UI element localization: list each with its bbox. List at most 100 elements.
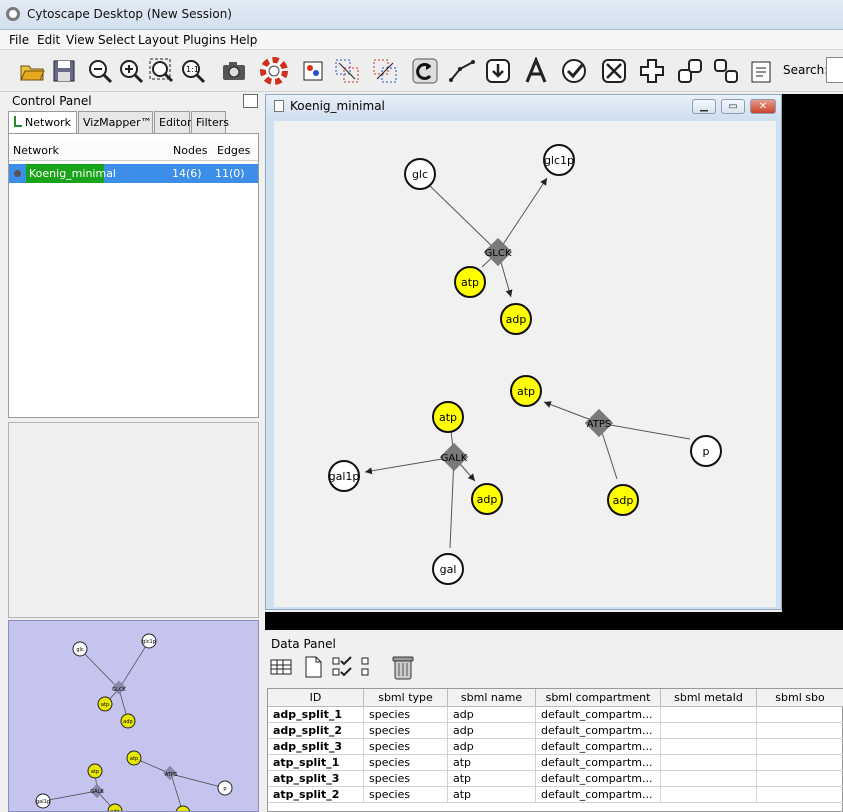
edge-icon[interactable] (446, 55, 478, 87)
help-icon[interactable] (258, 55, 290, 87)
node-p[interactable]: p (690, 435, 722, 467)
network-window-titlebar[interactable]: Koenig_minimal ▁ ▭ ✕ (266, 95, 781, 117)
cell-sbml-metaid[interactable] (661, 707, 757, 723)
network-canvas[interactable]: glc glc1p GLCK atp adp atp ATPS p adp at… (274, 121, 776, 607)
network-navigator[interactable]: glc glc1p GLCK atp adp atp ATPS p adp at… (8, 620, 259, 812)
cell-id[interactable]: adp_split_3 (268, 739, 364, 755)
tab-editor[interactable]: Editor (154, 111, 192, 133)
cell-sbml-type[interactable]: species (364, 771, 448, 787)
cell-id[interactable]: adp_split_2 (268, 723, 364, 739)
select-attributes-icon[interactable] (269, 655, 295, 683)
zoom-in-icon[interactable] (115, 55, 147, 87)
node-atp[interactable]: atp (510, 375, 542, 407)
refresh-icon[interactable] (409, 55, 441, 87)
node-glc[interactable]: glc (404, 158, 436, 190)
cell-sbml-compartment[interactable]: default_compartm... (536, 723, 661, 739)
node-adp[interactable]: adp (607, 484, 639, 516)
cell-sbml-name[interactable]: adp (448, 723, 536, 739)
add-icon[interactable] (636, 55, 668, 87)
menu-edit[interactable]: Edit (37, 33, 60, 47)
header-nodes[interactable]: Nodes (173, 144, 207, 157)
check-icon[interactable] (558, 55, 590, 87)
cell-sbml-sbo[interactable] (757, 707, 843, 723)
zoom-fit-icon[interactable] (146, 55, 178, 87)
node-adp[interactable]: adp (500, 303, 532, 335)
node-glc1p[interactable]: glc1p (543, 144, 575, 176)
cell-sbml-compartment[interactable]: default_compartm... (536, 755, 661, 771)
tab-vizmapper[interactable]: VizMapper™ (78, 111, 153, 133)
deselect-all-icon[interactable] (359, 655, 385, 683)
header-network[interactable]: Network (13, 144, 59, 157)
cell-sbml-name[interactable]: atp (448, 787, 536, 803)
cell-sbml-sbo[interactable] (757, 755, 843, 771)
table-row[interactable]: atp_split_1 species atp default_compartm… (268, 755, 843, 771)
cell-sbml-metaid[interactable] (661, 755, 757, 771)
cell-sbml-sbo[interactable] (757, 739, 843, 755)
table-row[interactable]: atp_split_3 species atp default_compartm… (268, 771, 843, 787)
node-gal1p[interactable]: gal1p (328, 460, 360, 492)
import-icon[interactable] (482, 55, 514, 87)
close-button[interactable]: ✕ (750, 99, 776, 114)
expand-icon[interactable] (598, 55, 630, 87)
cell-sbml-metaid[interactable] (661, 739, 757, 755)
tab-network[interactable]: Network (8, 111, 77, 134)
cell-sbml-name[interactable]: adp (448, 739, 536, 755)
zoom-selected-icon[interactable]: 1:1 (177, 55, 209, 87)
cell-sbml-compartment[interactable]: default_compartm... (536, 707, 661, 723)
ungroup-icon[interactable] (710, 55, 742, 87)
cell-sbml-type[interactable]: species (364, 723, 448, 739)
trash-icon[interactable] (391, 655, 417, 683)
tab-filters[interactable]: Filters (191, 111, 229, 133)
node-atp[interactable]: atp (432, 401, 464, 433)
cell-id[interactable]: adp_split_1 (268, 707, 364, 723)
column-header-sbml-compartment[interactable]: sbml compartment (536, 689, 661, 707)
cell-sbml-type[interactable]: species (364, 787, 448, 803)
cell-sbml-type[interactable]: species (364, 707, 448, 723)
table-row[interactable]: adp_split_3 species adp default_compartm… (268, 739, 843, 755)
camera-icon[interactable] (218, 55, 250, 87)
cell-sbml-name[interactable]: atp (448, 771, 536, 787)
column-header-sbml-name[interactable]: sbml name (448, 689, 536, 707)
node-adp[interactable]: adp (471, 483, 503, 515)
column-header-sbml-metaid[interactable]: sbml metaId (661, 689, 757, 707)
cell-sbml-name[interactable]: adp (448, 707, 536, 723)
cell-id[interactable]: atp_split_2 (268, 787, 364, 803)
select-all-icon[interactable] (331, 655, 357, 683)
open-icon[interactable] (16, 55, 48, 87)
cell-sbml-sbo[interactable] (757, 771, 843, 787)
menu-layout[interactable]: Layout (138, 33, 179, 47)
menu-view[interactable]: View (66, 33, 94, 47)
vizmapper-icon[interactable] (297, 55, 329, 87)
column-header-sbml-type[interactable]: sbml type (364, 689, 448, 707)
cell-sbml-compartment[interactable]: default_compartm... (536, 787, 661, 803)
cell-sbml-name[interactable]: atp (448, 755, 536, 771)
cell-sbml-type[interactable]: species (364, 755, 448, 771)
network-row[interactable]: Koenig_minimal 14(6) 11(0) (9, 164, 258, 183)
menu-select[interactable]: Select (98, 33, 135, 47)
cell-id[interactable]: atp_split_3 (268, 771, 364, 787)
table-row[interactable]: adp_split_2 species adp default_compartm… (268, 723, 843, 739)
menu-file[interactable]: File (9, 33, 29, 47)
network-view-window[interactable]: Koenig_minimal ▁ ▭ ✕ glc glc1p GLCK atp … (265, 94, 782, 610)
text-icon[interactable] (520, 55, 552, 87)
minimize-button[interactable]: ▁ (692, 99, 716, 114)
cell-sbml-metaid[interactable] (661, 771, 757, 787)
cell-sbml-sbo[interactable] (757, 723, 843, 739)
report-icon[interactable] (746, 55, 778, 87)
zoom-out-icon[interactable] (84, 55, 116, 87)
group-icon[interactable] (674, 55, 706, 87)
cell-sbml-metaid[interactable] (661, 723, 757, 739)
node-atp[interactable]: atp (454, 266, 486, 298)
restore-icon[interactable] (243, 94, 258, 108)
network-from-selection-icon[interactable] (331, 55, 363, 87)
new-attribute-icon[interactable] (301, 655, 327, 683)
node-gal[interactable]: gal (432, 553, 464, 585)
header-edges[interactable]: Edges (217, 144, 250, 157)
cell-sbml-metaid[interactable] (661, 787, 757, 803)
menu-plugins[interactable]: Plugins (183, 33, 226, 47)
cell-sbml-compartment[interactable]: default_compartm... (536, 739, 661, 755)
network-graph[interactable]: glc glc1p GLCK atp adp atp ATPS p adp at… (274, 121, 776, 607)
menu-help[interactable]: Help (230, 33, 257, 47)
save-icon[interactable] (48, 55, 80, 87)
search-input[interactable] (826, 57, 843, 83)
